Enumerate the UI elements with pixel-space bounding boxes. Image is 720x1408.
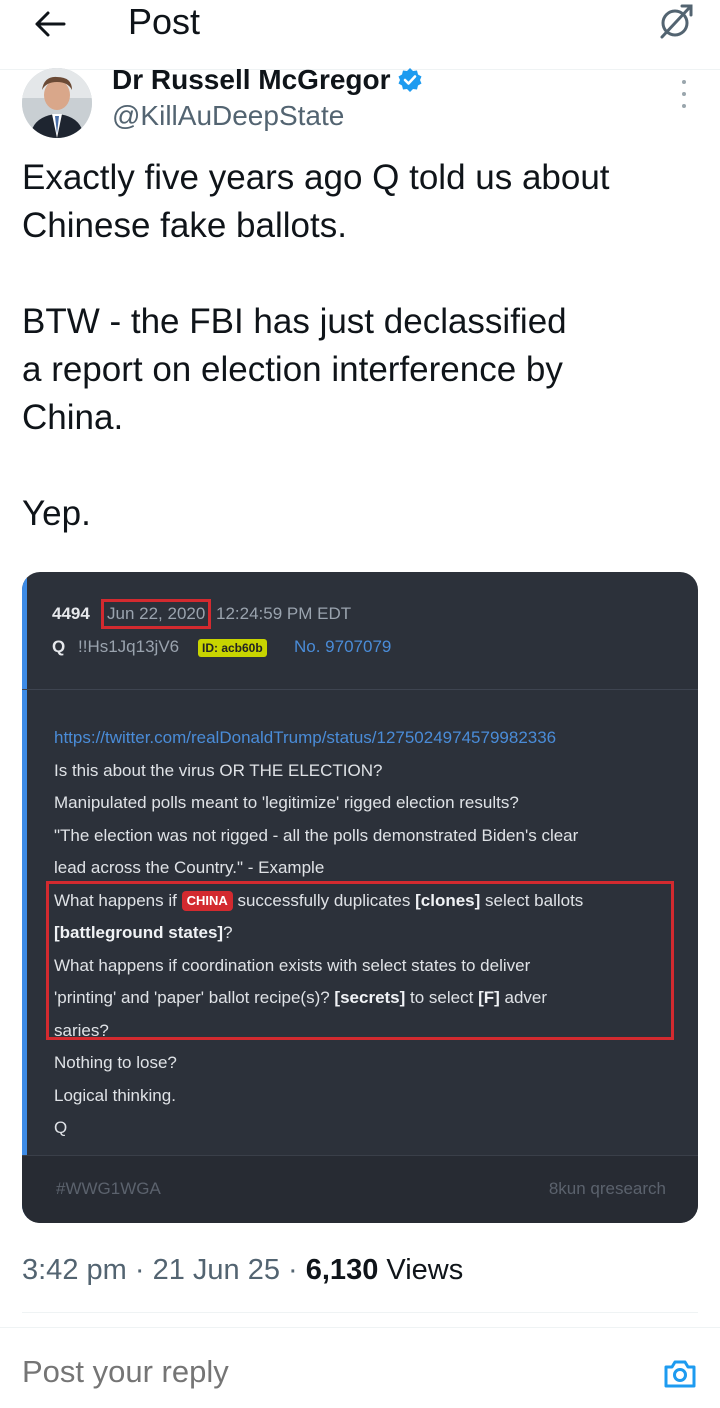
- post-date[interactable]: 21 Jun 25: [153, 1254, 280, 1286]
- more-options-icon[interactable]: [674, 80, 694, 108]
- post-text-line: Exactly five years ago Q told us about: [22, 158, 610, 197]
- embedded-line: "The election was not rigged - all the p…: [54, 825, 579, 845]
- post-text-line: Yep.: [22, 494, 91, 533]
- camera-icon[interactable]: [662, 1356, 698, 1392]
- embedded-line: Q: [54, 1118, 68, 1137]
- post-text-line: Chinese fake ballots.: [22, 206, 347, 245]
- post-text-line: a report on election interference by: [22, 350, 563, 389]
- embedded-line: Logical thinking.: [54, 1085, 176, 1105]
- post-text-line: BTW - the FBI has just declassified: [22, 302, 567, 341]
- author-name[interactable]: Dr Russell McGregor: [112, 64, 423, 96]
- embedded-source: 8kun qresearch: [548, 1179, 666, 1198]
- embedded-author-name: Q: [52, 637, 66, 656]
- divider: [22, 1312, 698, 1313]
- embedded-post-footer: #WWG1WGA 8kun qresearch: [22, 1155, 698, 1223]
- views-label: Views: [378, 1254, 464, 1286]
- reply-input[interactable]: [22, 1354, 622, 1390]
- divider: [0, 1327, 720, 1328]
- post-meta: 3:42 pm · 21 Jun 25 · 6,130 Views: [22, 1254, 464, 1286]
- embedded-id-badge: ID: acb60b: [198, 639, 267, 657]
- embedded-line: Nothing to lose?: [54, 1053, 177, 1072]
- embedded-image[interactable]: 4494 Jun 22, 2020 12:24:59 PM EDT Q !!Hs…: [22, 572, 698, 1223]
- page-title: Post: [128, 1, 201, 42]
- embedded-line: Manipulated polls meant to 'legitimize' …: [54, 793, 519, 812]
- post-text-line: China.: [22, 398, 124, 437]
- back-arrow-icon[interactable]: [28, 4, 72, 44]
- post-time[interactable]: 3:42 pm: [22, 1254, 127, 1286]
- author-name-text[interactable]: Dr Russell McGregor: [112, 64, 391, 96]
- top-bar: Post: [0, 0, 720, 70]
- embedded-post-no: No. 9707079: [294, 637, 392, 656]
- avatar[interactable]: [22, 68, 92, 138]
- embedded-post-number: 4494: [52, 604, 90, 623]
- verified-badge-icon: [398, 68, 422, 92]
- embedded-post-header: 4494 Jun 22, 2020 12:24:59 PM EDT Q !!Hs…: [22, 572, 698, 690]
- embedded-post-time: 12:24:59 PM EDT: [216, 604, 352, 623]
- embedded-link: https://twitter.com/realDonaldTrump/stat…: [54, 728, 557, 747]
- embedded-tripcode: !!Hs1Jq13jV6: [78, 637, 180, 656]
- highlight-box: [46, 881, 674, 1040]
- embedded-hashtag: #WWG1WGA: [56, 1179, 161, 1198]
- views-count: 6,130: [305, 1254, 379, 1286]
- post-text: Exactly five years ago Q told us about C…: [22, 154, 702, 538]
- embedded-line: Is this about the virus OR THE ELECTION?: [54, 760, 383, 780]
- grok-icon[interactable]: [654, 2, 698, 42]
- author-handle[interactable]: @KillAuDeepState: [112, 100, 344, 132]
- embedded-line: lead across the Country." - Example: [54, 858, 325, 877]
- embedded-post-date: Jun 22, 2020: [101, 599, 212, 629]
